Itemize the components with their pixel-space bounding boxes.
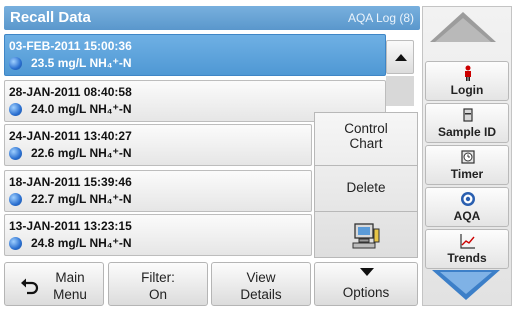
filter-label-1: Filter: [141,270,175,285]
globe-icon [9,147,22,160]
person-icon [465,65,471,81]
globe-icon [9,237,22,250]
record-date: 28-JAN-2011 08:40:58 [9,85,132,99]
sample-container-icon [463,108,473,122]
page-title: Recall Data [10,9,91,26]
list-item[interactable]: 18-JAN-2011 15:39:46 22.7 mg/L NH₄⁺-N [4,170,312,212]
target-icon [461,192,475,206]
recall-data-screen: Recall Data AQA Log (8) 03-FEB-2011 15:0… [0,0,516,311]
title-bar: Recall Data AQA Log (8) [4,6,420,30]
control-chart-label-1: Control [344,121,388,136]
control-chart-button[interactable]: Control Chart [315,121,417,151]
menu-divider [315,211,417,212]
scrollbar-track[interactable] [386,76,414,106]
record-value: 22.6 mg/L NH₄⁺-N [31,146,132,160]
globe-icon [9,57,22,70]
trends-button[interactable]: Trends [425,229,509,269]
main-menu-label-2: Menu [53,287,87,302]
menu-divider [315,165,417,166]
aqa-label: AQA [453,209,481,223]
login-label: Login [450,83,484,97]
main-menu-label-1: Main [55,270,85,285]
filter-label-2: On [148,287,167,302]
view-details-label-2: Details [240,287,282,302]
sample-id-label: Sample ID [437,125,497,139]
scroll-up-arrow-highlight [435,18,491,42]
options-label: Options [342,285,390,300]
options-menu: Control Chart Delete [314,112,418,258]
globe-icon [9,193,22,206]
scroll-down-arrow-highlight [440,272,492,294]
control-chart-label-2: Chart [349,136,383,151]
list-item[interactable]: 24-JAN-2011 13:40:27 22.6 mg/L NH₄⁺-N [4,124,312,166]
timer-button[interactable]: Timer [425,145,509,185]
sample-id-button[interactable]: Sample ID [425,103,509,143]
timer-icon [461,150,475,164]
timer-label: Timer [450,167,484,181]
record-date: 13-JAN-2011 13:23:15 [9,219,132,233]
globe-icon [9,103,22,116]
trends-label: Trends [447,251,487,265]
aqa-button[interactable]: AQA [425,187,509,227]
log-indicator: AQA Log (8) [347,11,414,25]
scroll-up-button[interactable] [386,40,414,74]
record-value: 24.0 mg/L NH₄⁺-N [31,102,132,116]
record-value: 23.5 mg/L NH₄⁺-N [31,56,132,70]
record-date: 18-JAN-2011 15:39:46 [9,175,132,189]
record-date: 03-FEB-2011 15:00:36 [9,39,132,53]
record-value: 24.8 mg/L NH₄⁺-N [31,236,132,250]
trend-chart-icon [460,234,475,249]
record-date: 24-JAN-2011 13:40:27 [9,129,132,143]
login-button[interactable]: Login [425,61,509,101]
view-details-label-1: View [246,270,276,285]
view-details-button[interactable]: View Details [211,262,311,306]
filter-button[interactable]: Filter: On [108,262,208,306]
record-value: 22.7 mg/L NH₄⁺-N [31,192,132,206]
delete-button[interactable]: Delete [315,180,417,195]
options-button[interactable]: Options [314,262,418,306]
list-item[interactable]: 03-FEB-2011 15:00:36 23.5 mg/L NH₄⁺-N [4,34,386,76]
chevron-down-icon [360,268,374,276]
computer-icon[interactable] [352,223,380,249]
main-menu-button[interactable]: Main Menu [4,262,104,306]
list-item[interactable]: 13-JAN-2011 13:23:15 24.8 mg/L NH₄⁺-N [4,214,312,256]
